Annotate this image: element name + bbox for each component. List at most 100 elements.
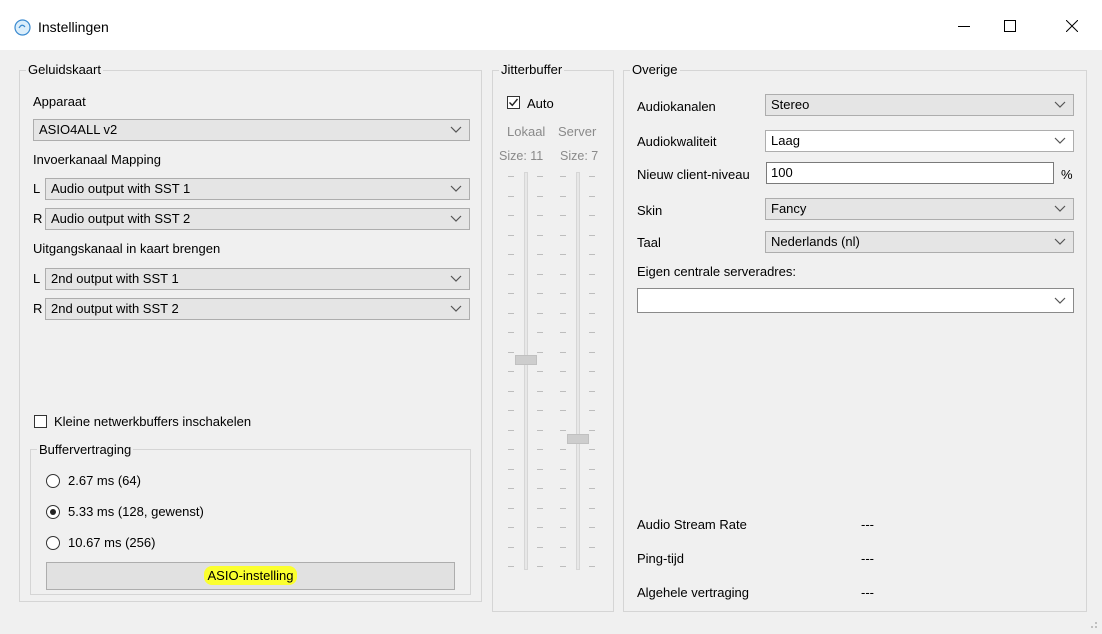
slider-tick xyxy=(508,351,514,353)
slider-tick xyxy=(589,507,595,509)
chevron-down-icon xyxy=(1054,297,1066,304)
slider-tick xyxy=(508,195,514,197)
language-select[interactable]: Nederlands (nl) xyxy=(765,231,1074,253)
jitter-server-size: Size: 7 xyxy=(560,149,599,163)
jitter-auto-checkbox[interactable] xyxy=(507,96,520,109)
output-r-select[interactable]: 2nd output with SST 2 xyxy=(45,298,470,320)
jitter-server-label: Server xyxy=(558,124,597,139)
slider-tick xyxy=(560,312,566,314)
slider-tick xyxy=(589,429,595,431)
buffer-delay-title: Buffervertraging xyxy=(37,442,134,458)
audio-channels-value: Stereo xyxy=(771,97,810,112)
buffer-option-256-radio[interactable] xyxy=(46,536,60,550)
slider-tick xyxy=(560,546,566,548)
language-value: Nederlands (nl) xyxy=(771,234,860,249)
stream-rate-label: Audio Stream Rate xyxy=(637,517,747,532)
chevron-down-icon xyxy=(1054,205,1066,212)
small-buffers-checkbox[interactable] xyxy=(34,415,47,428)
slider-tick xyxy=(508,449,514,450)
local-slider-track[interactable] xyxy=(524,172,528,570)
central-server-select[interactable] xyxy=(637,288,1074,313)
output-r-prefix: R xyxy=(33,301,43,316)
buffer-option-256-label: 10.67 ms (256) xyxy=(68,535,156,550)
resize-grip-icon[interactable] xyxy=(1086,617,1098,629)
slider-tick xyxy=(508,488,514,489)
input-l-prefix: L xyxy=(33,181,41,196)
slider-tick xyxy=(537,195,543,197)
slider-tick xyxy=(589,215,595,216)
slider-tick xyxy=(537,429,543,431)
slider-tick xyxy=(508,293,514,294)
server-slider-ticks-left xyxy=(560,176,570,567)
chevron-down-icon xyxy=(1054,238,1066,245)
slider-tick xyxy=(537,410,543,411)
slider-tick xyxy=(589,312,595,314)
slider-tick xyxy=(537,468,543,470)
server-slider-track[interactable] xyxy=(576,172,580,570)
audio-quality-select[interactable]: Laag xyxy=(765,130,1074,152)
asio-settings-label: ASIO-instelling xyxy=(203,566,298,585)
slider-tick xyxy=(589,468,595,470)
slider-tick xyxy=(589,332,595,333)
slider-tick xyxy=(589,390,595,392)
slider-tick xyxy=(589,351,595,353)
audio-channels-select[interactable]: Stereo xyxy=(765,94,1074,116)
audio-channels-label: Audiokanalen xyxy=(637,99,716,114)
slider-tick xyxy=(560,273,566,275)
central-server-label: Eigen centrale serveradres: xyxy=(637,264,796,279)
total-delay-value: --- xyxy=(861,585,874,600)
new-client-label: Nieuw client-niveau xyxy=(637,167,750,182)
slider-tick xyxy=(589,293,595,294)
slider-tick xyxy=(589,449,595,450)
input-r-prefix: R xyxy=(33,211,43,226)
ping-label: Ping-tijd xyxy=(637,551,684,566)
buffer-option-64-radio[interactable] xyxy=(46,474,60,488)
slider-tick xyxy=(537,390,543,392)
jitter-local-label: Lokaal xyxy=(507,124,546,139)
maximize-button[interactable] xyxy=(987,8,1033,44)
slider-tick xyxy=(560,390,566,392)
output-l-prefix: L xyxy=(33,271,41,286)
device-select-value: ASIO4ALL v2 xyxy=(39,122,118,137)
slider-tick xyxy=(560,429,566,431)
skin-select[interactable]: Fancy xyxy=(765,198,1074,220)
soundcard-group-title: Geluidskaart xyxy=(26,62,103,78)
output-l-select[interactable]: 2nd output with SST 1 xyxy=(45,268,470,290)
slider-tick xyxy=(560,351,566,353)
new-client-input[interactable]: 100 xyxy=(766,162,1054,184)
chevron-down-icon xyxy=(450,305,462,312)
local-slider-thumb[interactable] xyxy=(515,355,537,365)
slider-tick xyxy=(589,273,595,275)
slider-tick xyxy=(537,293,543,294)
buffer-option-128-radio[interactable] xyxy=(46,505,60,519)
slider-tick xyxy=(589,234,595,236)
slider-tick xyxy=(560,527,566,528)
slider-tick xyxy=(560,371,566,372)
slider-tick xyxy=(508,410,514,411)
slider-tick xyxy=(537,449,543,450)
slider-tick xyxy=(508,312,514,314)
slider-tick xyxy=(508,507,514,509)
minimize-button[interactable] xyxy=(941,8,987,44)
server-slider-thumb[interactable] xyxy=(567,434,589,444)
jitter-auto-label: Auto xyxy=(527,96,554,111)
slider-tick xyxy=(537,351,543,353)
slider-tick xyxy=(589,488,595,489)
slider-tick xyxy=(589,254,595,255)
slider-tick xyxy=(589,566,595,567)
slider-tick xyxy=(560,332,566,333)
input-r-select[interactable]: Audio output with SST 2 xyxy=(45,208,470,230)
input-l-select[interactable]: Audio output with SST 1 xyxy=(45,178,470,200)
stream-rate-value: --- xyxy=(861,517,874,532)
slider-tick xyxy=(589,176,595,177)
close-button[interactable] xyxy=(1049,8,1095,44)
slider-tick xyxy=(560,254,566,255)
device-select[interactable]: ASIO4ALL v2 xyxy=(33,119,470,141)
maximize-icon xyxy=(1004,20,1016,32)
buffer-option-128-label: 5.33 ms (128, gewenst) xyxy=(68,504,204,519)
asio-settings-button[interactable]: ASIO-instelling xyxy=(46,562,455,590)
buffer-option-64-label: 2.67 ms (64) xyxy=(68,473,141,488)
close-icon xyxy=(1066,20,1078,32)
slider-tick xyxy=(508,371,514,372)
slider-tick xyxy=(537,312,543,314)
